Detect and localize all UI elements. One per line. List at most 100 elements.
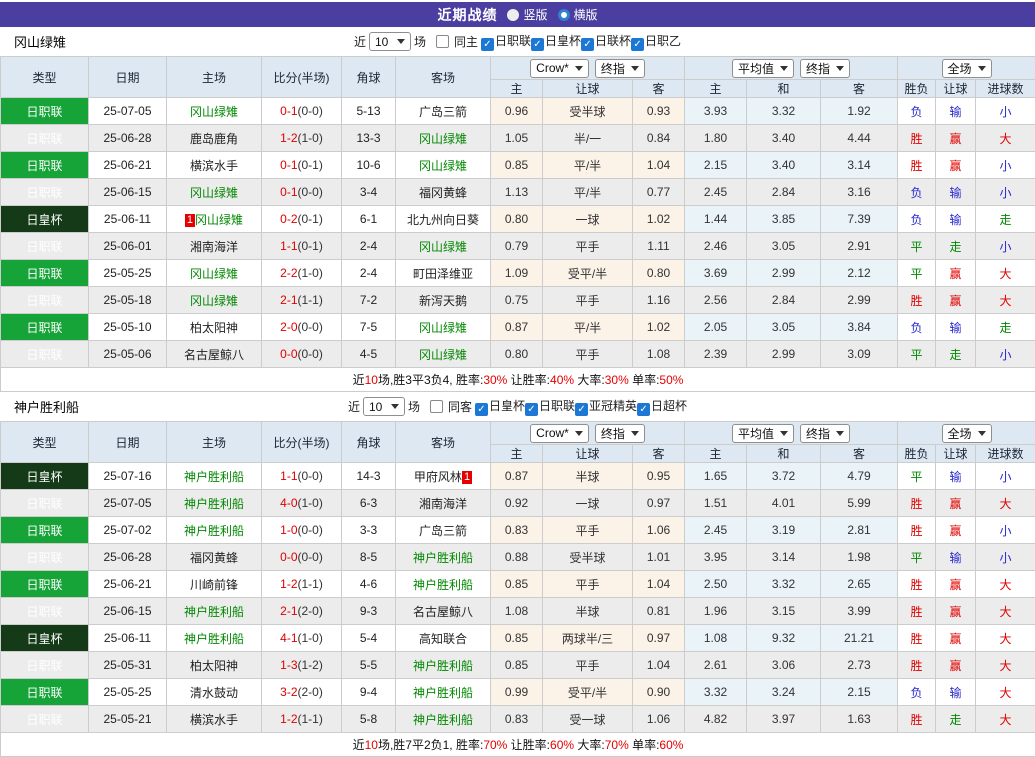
league-filter-checkbox[interactable] (475, 403, 488, 416)
final-odds-select[interactable]: 终指 (595, 59, 645, 78)
away-team-cell: 高知联合 (396, 625, 491, 652)
away-team-cell: 新泻天鹅 (396, 287, 491, 314)
corner-cell: 10-6 (342, 152, 396, 179)
league-filter-checkbox[interactable] (531, 38, 544, 51)
radio-selected-icon[interactable] (558, 9, 570, 21)
league-filter-checkbox[interactable] (575, 403, 588, 416)
match-date-cell: 25-05-25 (89, 679, 167, 706)
winloss-result-cell: 胜 (898, 652, 936, 679)
avg-home-odds-cell: 1.44 (685, 206, 747, 233)
home-team-cell: 神户胜利船 (167, 625, 262, 652)
team-name: 神户胜利船 (184, 605, 244, 619)
summary-part: 60% (659, 738, 683, 752)
league-type-cell: 日职联 (1, 544, 89, 571)
scope-select[interactable]: 全场 (942, 59, 992, 78)
away-team-cell: 湘南海洋 (396, 490, 491, 517)
fulltime-score: 1-0 (280, 523, 297, 537)
match-row: 日职联25-05-25冈山绿雉2-2(1-0)2-4町田泽维亚1.09受平/半0… (1, 260, 1035, 287)
winloss-result-cell: 胜 (898, 598, 936, 625)
corner-cell: 2-4 (342, 233, 396, 260)
team-name: 福冈黄蜂 (190, 551, 238, 565)
league-filter-label: 日职联 (495, 34, 531, 48)
bookmaker-select[interactable]: Crow* (530, 424, 589, 443)
away-handicap-odds-cell: 1.04 (633, 152, 685, 179)
league-type-cell: 日职联 (1, 517, 89, 544)
layout-radio-horizontal[interactable]: 横版 (558, 6, 598, 23)
home-team-cell: 神户胜利船 (167, 463, 262, 490)
away-team-cell: 北九州向日葵 (396, 206, 491, 233)
league-filter-checkbox[interactable] (631, 38, 644, 51)
match-row: 日皇杯25-06-11神户胜利船4-1(1-0)5-4高知联合0.85两球半/三… (1, 625, 1035, 652)
home-team-cell: 神户胜利船 (167, 517, 262, 544)
radio-icon[interactable] (507, 9, 519, 21)
final-odds-select-2[interactable]: 终指 (800, 424, 850, 443)
red-card-badge: 1 (462, 471, 472, 484)
avg-home-odds-cell: 2.45 (685, 179, 747, 206)
handicap-line-cell: 受平/半 (543, 679, 633, 706)
home-team-cell: 神户胜利船 (167, 598, 262, 625)
final-odds-select-2[interactable]: 终指 (800, 59, 850, 78)
bookmaker-select[interactable]: Crow* (530, 59, 589, 78)
handicap-result-cell: 输 (936, 314, 976, 341)
avg-draw-odds-cell: 2.99 (747, 260, 821, 287)
home-handicap-odds-cell: 0.79 (491, 233, 543, 260)
away-team-cell: 神户胜利船 (396, 571, 491, 598)
match-row: 日皇杯25-06-111冈山绿雉0-2(0-1)6-1北九州向日葵0.80一球1… (1, 206, 1035, 233)
winloss-result-cell: 胜 (898, 287, 936, 314)
handicap-line-cell: 受半球 (543, 544, 633, 571)
fulltime-score: 0-1 (280, 185, 297, 199)
final-odds-select[interactable]: 终指 (595, 424, 645, 443)
chevron-down-icon (978, 431, 986, 436)
summary-part: 让胜率: (507, 373, 550, 387)
handicap-line-cell: 受半球 (543, 98, 633, 125)
average-select[interactable]: 平均值 (732, 59, 794, 78)
scope-select[interactable]: 全场 (942, 424, 992, 443)
same-venue-checkbox[interactable] (436, 35, 449, 48)
league-filter-checkbox[interactable] (481, 38, 494, 51)
fulltime-score: 1-2 (280, 712, 297, 726)
league-filter-group: 日皇杯日职联亚冠精英日超杯 (475, 397, 687, 416)
home-team-cell: 名古屋鲸八 (167, 341, 262, 368)
score-cell: 2-1(1-1) (262, 287, 342, 314)
avg-away-odds-cell: 21.21 (821, 625, 898, 652)
summary-part: 50% (659, 373, 683, 387)
bookmaker-value: Crow* (536, 61, 569, 75)
chevron-down-icon (631, 431, 639, 436)
goals-result-cell: 大 (976, 598, 1035, 625)
layout-radio-vertical[interactable]: 竖版 (507, 6, 547, 23)
team-name: 福冈黄蜂 (419, 186, 467, 200)
league-filter-label: 亚冠精英 (589, 399, 637, 413)
match-count-select[interactable]: 10 (363, 397, 405, 416)
score-cell: 1-1(0-1) (262, 233, 342, 260)
results-body: 日皇杯25-07-16神户胜利船1-1(0-0)14-3甲府风林10.87半球0… (1, 463, 1035, 733)
avg-home-odds-cell: 2.61 (685, 652, 747, 679)
avg-away-odds-cell: 2.15 (821, 679, 898, 706)
winloss-result-cell: 平 (898, 341, 936, 368)
league-filter-checkbox[interactable] (637, 403, 650, 416)
match-count-value: 10 (375, 35, 388, 49)
score-cell: 2-0(0-0) (262, 314, 342, 341)
league-filter-checkbox[interactable] (581, 38, 594, 51)
league-type-cell: 日职联 (1, 233, 89, 260)
handicap-odds-group: Crow* 终指 (491, 57, 685, 80)
average-select[interactable]: 平均值 (732, 424, 794, 443)
goals-result-cell: 小 (976, 152, 1035, 179)
match-date-cell: 25-06-01 (89, 233, 167, 260)
sub-header-winloss: 胜负 (898, 445, 936, 463)
fulltime-score: 3-2 (280, 685, 297, 699)
summary-part: 70% (483, 738, 507, 752)
league-type-cell: 日职联 (1, 98, 89, 125)
same-venue-checkbox[interactable] (430, 400, 443, 413)
match-count-select[interactable]: 10 (369, 32, 411, 51)
team-name: 柏太阳神 (190, 321, 238, 335)
team-name: 冈山绿雉 (419, 159, 467, 173)
away-team-cell: 神户胜利船 (396, 679, 491, 706)
goals-result-cell: 小 (976, 517, 1035, 544)
goals-result-cell: 小 (976, 341, 1035, 368)
home-team-cell: 横滨水手 (167, 152, 262, 179)
winloss-result-cell: 胜 (898, 706, 936, 733)
team-name: 清水鼓动 (190, 686, 238, 700)
games-label: 场 (414, 33, 426, 50)
team-name: 新泻天鹅 (419, 294, 467, 308)
league-filter-checkbox[interactable] (525, 403, 538, 416)
